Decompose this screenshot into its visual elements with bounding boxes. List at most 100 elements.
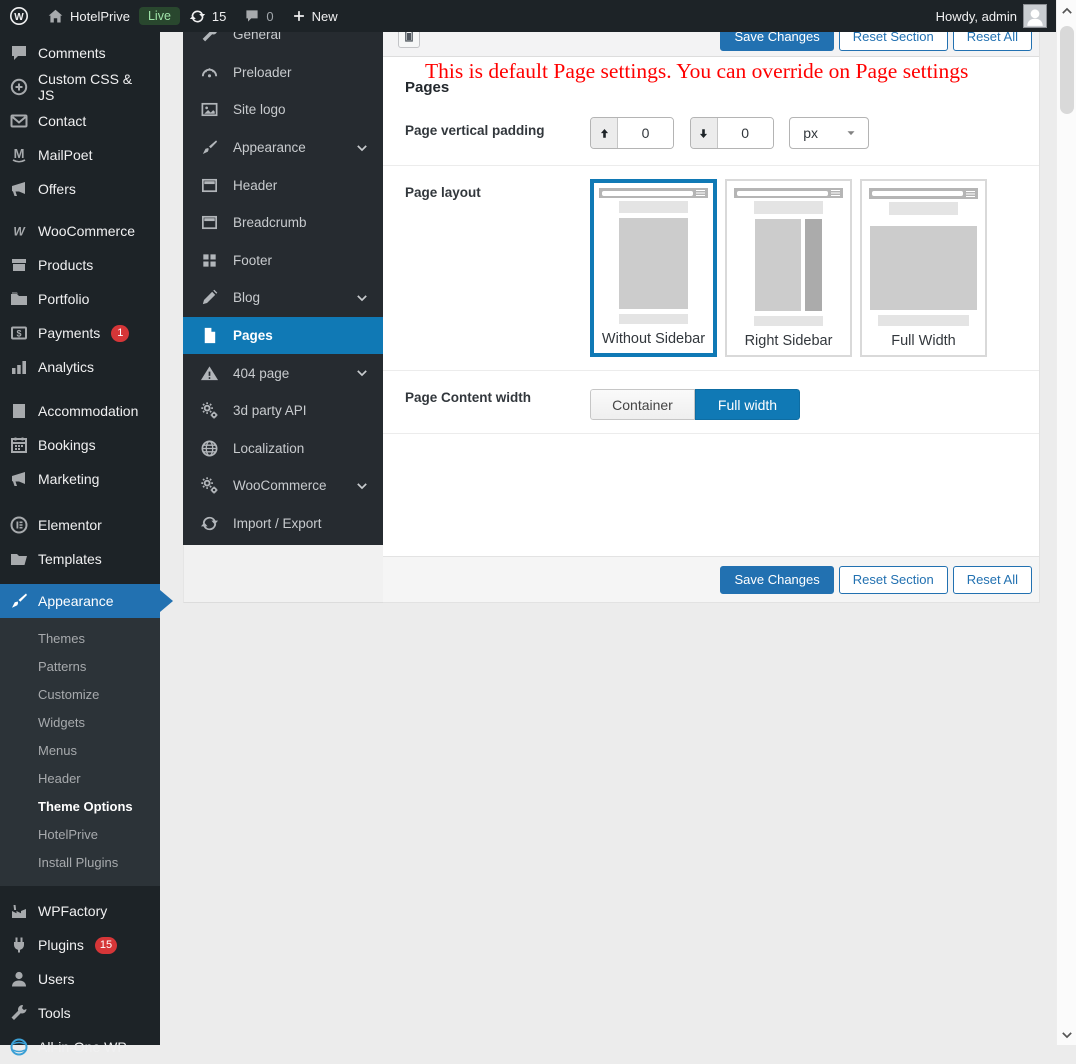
updates-menu[interactable]: 15 — [180, 0, 235, 32]
sidebar-item-tools[interactable]: Tools — [0, 996, 160, 1030]
site-name-link[interactable]: HotelPrive — [38, 0, 139, 32]
megaphone-icon — [9, 179, 29, 199]
scrollbar-thumb[interactable] — [1060, 26, 1074, 114]
sidebar-item-payments[interactable]: Payments 1 — [0, 316, 160, 350]
sidebar-item-custom-css-js[interactable]: Custom CSS & JS — [0, 70, 160, 104]
options-nav-label: Preloader — [233, 64, 292, 80]
update-icon — [189, 8, 206, 25]
reset-all-button[interactable]: Reset All — [952, 565, 1032, 594]
sidebar-item-offers[interactable]: Offers — [0, 172, 160, 206]
submenu-item-menus[interactable]: Menus — [0, 737, 160, 765]
unit-select[interactable]: px — [789, 117, 870, 149]
submenu-item-header[interactable]: Header — [0, 765, 160, 793]
sidebar-item-contact[interactable]: Contact — [0, 104, 160, 138]
gauge-icon — [200, 63, 219, 82]
submenu-item-customize[interactable]: Customize — [0, 681, 160, 709]
sidebar-item-all-in-one-wp[interactable]: All-in-One WP — [0, 1030, 160, 1064]
padding-top-input[interactable] — [618, 118, 673, 148]
sidebar-item-label: Templates — [38, 551, 102, 567]
thumb-content — [619, 218, 688, 309]
submenu-item-install-plugins[interactable]: Install Plugins — [0, 849, 160, 877]
scroll-down-arrow-icon[interactable] — [1060, 1028, 1074, 1042]
content-width-option-container[interactable]: Container — [590, 389, 695, 420]
envelope-icon — [9, 111, 29, 131]
submenu-item-hotelprive[interactable]: HotelPrive — [0, 821, 160, 849]
sidebar-item-products[interactable]: Products — [0, 248, 160, 282]
options-nav-label: Blog — [233, 290, 261, 306]
sidebar-item-plugins[interactable]: Plugins 15 — [0, 928, 160, 962]
padding-bottom-input[interactable] — [717, 118, 773, 148]
options-nav-label: 404 page — [233, 365, 290, 381]
sidebar-item-analytics[interactable]: Analytics — [0, 350, 160, 384]
sidebar-item-accommodation[interactable]: Accommodation — [0, 394, 160, 428]
thumb-footer — [619, 313, 688, 324]
options-nav-appearance[interactable]: Appearance — [183, 129, 383, 167]
chevron-down-icon — [355, 366, 369, 380]
sidebar-item-comments[interactable]: Comments — [0, 36, 160, 70]
sidebar-item-woocommerce[interactable]: WooCommerce — [0, 214, 160, 248]
content-width-option-full-width[interactable]: Full width — [695, 389, 800, 420]
wordpress-logo-menu[interactable] — [0, 0, 38, 32]
options-nav-localization[interactable]: Localization — [183, 430, 383, 468]
person-icon — [1024, 5, 1046, 27]
sidebar-item-elementor[interactable]: Elementor — [0, 508, 160, 542]
thumb-footer — [754, 315, 823, 327]
pencil-icon — [200, 288, 219, 307]
options-nav-blog[interactable]: Blog — [183, 279, 383, 317]
page-scrollbar[interactable] — [1056, 0, 1076, 1045]
sidebar-item-users[interactable]: Users — [0, 962, 160, 996]
options-nav-label: 3d party API — [233, 403, 307, 419]
layout-option-without-sidebar[interactable]: Without Sidebar — [590, 179, 717, 357]
sidebar-item-label: Portfolio — [38, 291, 90, 307]
grid-icon — [200, 251, 219, 270]
submenu-item-themes[interactable]: Themes — [0, 625, 160, 653]
live-badge[interactable]: Live — [138, 7, 180, 25]
thumb-header — [889, 202, 958, 215]
sidebar-item-templates[interactable]: Templates — [0, 542, 160, 576]
submenu-item-widgets[interactable]: Widgets — [0, 709, 160, 737]
sidebar-item-bookings[interactable]: Bookings — [0, 428, 160, 462]
options-content: Save Changes Reset Section Reset All Thi… — [383, 16, 1040, 603]
sidebar-item-wpfactory[interactable]: WPFactory — [0, 894, 160, 928]
options-nav-label: Appearance — [233, 140, 306, 156]
comments-menu[interactable]: 0 — [235, 0, 282, 32]
options-nav-preloader[interactable]: Preloader — [183, 54, 383, 92]
hamburger-icon — [831, 190, 840, 197]
sidebar-item-label: WPFactory — [38, 903, 108, 919]
thumb-browser-bar — [734, 188, 843, 199]
sidebar-item-label: Elementor — [38, 517, 102, 533]
sidebar-item-marketing[interactable]: Marketing — [0, 462, 160, 496]
caret-down-icon — [844, 126, 858, 140]
paintbrush-icon — [9, 591, 29, 611]
options-nav-pages[interactable]: Pages — [183, 316, 383, 355]
my-account-menu[interactable]: Howdy, admin — [927, 0, 1056, 32]
sidebar-item-mailpoet[interactable]: MailPoet — [0, 138, 160, 172]
layout-option-right-sidebar[interactable]: Right Sidebar — [725, 179, 852, 357]
options-nav-footer[interactable]: Footer — [183, 242, 383, 280]
layout-option-full-width[interactable]: Full Width — [860, 179, 987, 357]
gears-icon — [200, 476, 219, 495]
wordpress-icon — [9, 6, 29, 26]
options-nav-404-page[interactable]: 404 page — [183, 354, 383, 392]
thumb-search-bar — [602, 190, 693, 196]
submenu-item-patterns[interactable]: Patterns — [0, 653, 160, 681]
submenu-item-theme-options[interactable]: Theme Options — [0, 793, 160, 821]
options-nav-3d-party-api[interactable]: 3d party API — [183, 392, 383, 430]
arrow-up-icon[interactable] — [591, 118, 618, 148]
unit-value: px — [803, 125, 819, 141]
options-nav-site-logo[interactable]: Site logo — [183, 91, 383, 129]
scroll-up-arrow-icon[interactable] — [1060, 4, 1074, 18]
reset-section-button[interactable]: Reset Section — [838, 565, 948, 594]
new-content-menu[interactable]: New — [283, 0, 347, 32]
save-changes-button[interactable]: Save Changes — [720, 565, 834, 594]
options-nav-woocommerce[interactable]: WooCommerce — [183, 467, 383, 505]
options-nav-header[interactable]: Header — [183, 166, 383, 204]
thumb-content — [870, 226, 977, 310]
arrow-down-icon[interactable] — [690, 118, 718, 148]
sidebar-item-portfolio[interactable]: Portfolio — [0, 282, 160, 316]
sidebar-item-appearance[interactable]: Appearance — [0, 584, 173, 618]
folder-icon — [9, 289, 29, 309]
options-nav-breadcrumb[interactable]: Breadcrumb — [183, 204, 383, 242]
options-nav-import-export[interactable]: Import / Export — [183, 505, 383, 543]
sidebar-item-label: Accommodation — [38, 403, 139, 419]
